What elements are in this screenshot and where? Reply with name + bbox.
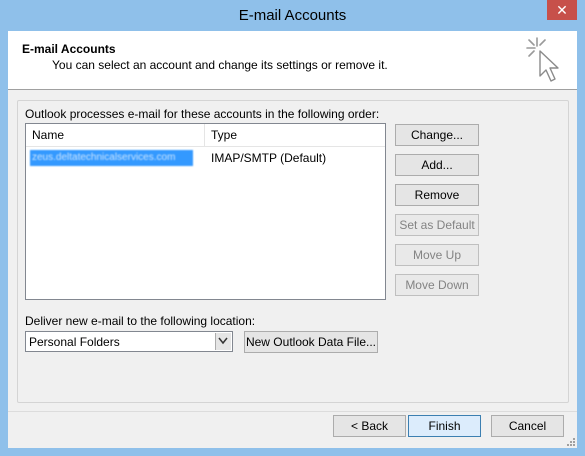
- finish-button[interactable]: Finish: [408, 415, 481, 437]
- new-outlook-data-file-button[interactable]: New Outlook Data File...: [244, 331, 378, 353]
- table-row[interactable]: zeus.deltatechnicalservices.com IMAP/SMT…: [26, 147, 385, 169]
- accounts-list[interactable]: Name Type zeus.deltatechnicalservices.co…: [25, 123, 386, 300]
- delivery-location-value: Personal Folders: [29, 335, 120, 349]
- add-button[interactable]: Add...: [395, 154, 479, 176]
- back-button[interactable]: < Back: [333, 415, 406, 437]
- window-title: E-mail Accounts: [238, 7, 347, 24]
- delivery-location-select[interactable]: Personal Folders: [25, 331, 233, 352]
- column-header-type[interactable]: Type: [205, 124, 385, 146]
- chevron-down-icon[interactable]: [215, 333, 231, 350]
- cursor-click-icon: [526, 37, 559, 82]
- list-header: Name Type: [26, 124, 385, 147]
- remove-button[interactable]: Remove: [395, 184, 479, 206]
- email-accounts-dialog: E-mail Accounts ✕ E-mail Accounts You ca…: [0, 0, 585, 456]
- account-type-cell: IMAP/SMTP (Default): [211, 151, 327, 165]
- account-name-cell: zeus.deltatechnicalservices.com: [30, 150, 193, 166]
- close-button[interactable]: ✕: [547, 0, 577, 20]
- cancel-button[interactable]: Cancel: [491, 415, 564, 437]
- set-as-default-button[interactable]: Set as Default: [395, 214, 479, 236]
- resize-grip-icon[interactable]: [565, 436, 575, 446]
- footer-divider: [8, 411, 577, 412]
- title-bar[interactable]: E-mail Accounts ✕: [0, 0, 585, 31]
- header-subtitle: You can select an account and change its…: [52, 58, 388, 72]
- accounts-caption: Outlook processes e-mail for these accou…: [25, 107, 380, 121]
- move-up-button[interactable]: Move Up: [395, 244, 479, 266]
- change-button[interactable]: Change...: [395, 124, 479, 146]
- move-down-button[interactable]: Move Down: [395, 274, 479, 296]
- header-band: E-mail Accounts You can select an accoun…: [8, 31, 577, 90]
- dialog-client-area: E-mail Accounts You can select an accoun…: [8, 31, 577, 448]
- column-header-name[interactable]: Name: [26, 124, 205, 146]
- header-title: E-mail Accounts: [22, 42, 116, 56]
- delivery-caption: Deliver new e-mail to the following loca…: [25, 314, 256, 328]
